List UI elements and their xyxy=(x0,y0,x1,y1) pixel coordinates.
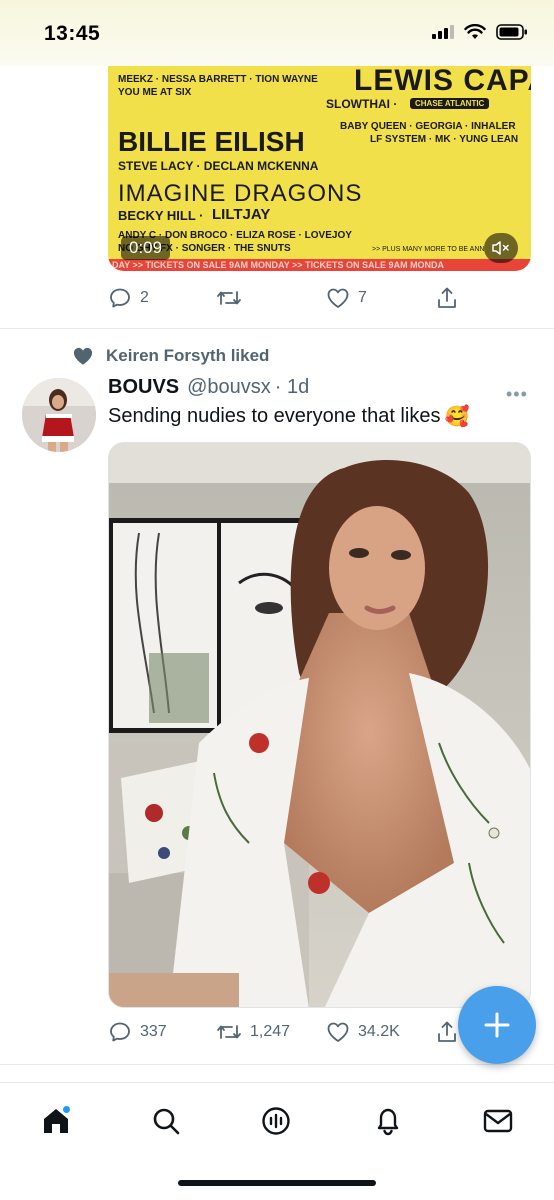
status-time: 13:45 xyxy=(44,22,101,45)
poster-headliner: BILLIE EILISH xyxy=(118,126,305,157)
share-icon xyxy=(438,1021,456,1042)
display-name[interactable]: BOUVS xyxy=(108,376,179,399)
compose-button[interactable] xyxy=(458,986,536,1064)
poster-text: BABY QUEEN · GEORGIA · INHALER xyxy=(340,121,516,132)
retweet-button[interactable]: 1,247 xyxy=(216,1021,326,1043)
tweet-photo[interactable] xyxy=(108,442,531,1008)
tweet-divider xyxy=(0,1064,554,1065)
search-icon xyxy=(153,1108,180,1135)
tweet-time[interactable]: · 1d xyxy=(275,376,309,399)
home-notification-dot xyxy=(62,1105,71,1114)
compose-plus-icon xyxy=(484,1012,510,1038)
tweet-actions: 337 1,247 34.2K xyxy=(108,1020,468,1044)
nav-spaces[interactable] xyxy=(256,1101,296,1141)
reply-button[interactable]: 2 xyxy=(108,286,216,310)
retweet-count: 1,247 xyxy=(250,1023,291,1040)
battery-icon xyxy=(496,24,527,40)
retweet-button[interactable] xyxy=(216,287,326,309)
status-bar: 13:45 xyxy=(0,0,554,66)
heart-icon xyxy=(327,1022,349,1042)
retweet-icon xyxy=(217,291,241,305)
poster-text: STEVE LACY · DECLAN MCKENNA xyxy=(118,159,319,173)
poster-ticket-strip: DAY >> TICKETS ON SALE 9AM MONDAY >> TIC… xyxy=(108,259,531,271)
share-icon xyxy=(438,287,456,308)
social-context-label: Keiren Forsyth liked xyxy=(106,346,270,365)
poster-text: BECKY HILL · xyxy=(118,208,204,223)
reply-icon xyxy=(110,1022,130,1042)
nav-messages[interactable] xyxy=(478,1101,518,1141)
avatar[interactable] xyxy=(22,378,96,452)
share-button[interactable] xyxy=(436,1020,458,1044)
heart-filled-icon xyxy=(73,347,93,365)
cellular-signal-icon xyxy=(432,25,454,39)
reply-count: 2 xyxy=(140,289,149,306)
poster-text: YOU ME AT SIX xyxy=(118,87,192,98)
avatar-image xyxy=(22,378,96,452)
reply-button[interactable]: 337 xyxy=(108,1020,216,1044)
social-context[interactable]: Keiren Forsyth liked xyxy=(72,346,269,366)
messages-icon xyxy=(483,1109,513,1133)
mute-button[interactable] xyxy=(484,233,518,263)
user-handle[interactable]: @bouvsx xyxy=(187,376,271,399)
reply-count: 337 xyxy=(140,1023,167,1040)
poster-headliner: LEWIS CAPALDI xyxy=(354,66,531,97)
spaces-icon xyxy=(262,1107,290,1135)
poster-text: SLOWTHAI · xyxy=(326,97,398,111)
retweet-icon xyxy=(217,1025,241,1039)
notifications-icon xyxy=(377,1108,399,1136)
tweet-video-poster[interactable]: MEEKZ · NESSA BARRETT · TION WAYNE YOU M… xyxy=(108,66,531,271)
like-button[interactable]: 7 xyxy=(326,287,436,309)
share-button[interactable] xyxy=(436,286,458,310)
tweet-text: Sending nudies to everyone that likes 🥰 xyxy=(108,404,469,429)
tweet-divider xyxy=(0,328,554,329)
wifi-icon xyxy=(464,24,486,39)
tweet-actions: 2 7 xyxy=(108,286,468,310)
like-button[interactable]: 34.2K xyxy=(326,1021,436,1043)
poster-text: MEEKZ · NESSA BARRETT · TION WAYNE xyxy=(118,74,318,85)
poster-text: LILTJAY xyxy=(212,206,271,223)
video-timestamp: 0:09 xyxy=(121,236,171,260)
nav-notifications[interactable] xyxy=(368,1101,408,1141)
poster-badge: CHASE ATLANTIC xyxy=(410,98,490,109)
poster-text: >> PLUS MANY MORE TO BE ANN xyxy=(372,246,485,253)
nav-search[interactable] xyxy=(146,1101,186,1141)
like-count: 7 xyxy=(358,289,367,306)
like-count: 34.2K xyxy=(358,1023,400,1040)
heart-icon xyxy=(327,288,349,308)
status-icons xyxy=(432,24,528,40)
nav-home[interactable] xyxy=(36,1101,76,1141)
muted-speaker-icon xyxy=(492,241,509,255)
poster-headliner: IMAGINE DRAGONS xyxy=(118,180,363,207)
home-indicator xyxy=(178,1180,376,1186)
reply-icon xyxy=(110,288,130,308)
tweet-text-body: Sending nudies to everyone that likes xyxy=(108,405,441,427)
poster-text: LF SYSTEM · MK · YUNG LEAN xyxy=(370,134,519,145)
tweet-header: BOUVS @bouvsx · 1d xyxy=(108,376,309,399)
more-options-icon[interactable]: ••• xyxy=(506,384,528,405)
tweet-photo-image xyxy=(109,443,530,1007)
tweet-text-emoji: 🥰 xyxy=(444,406,470,428)
